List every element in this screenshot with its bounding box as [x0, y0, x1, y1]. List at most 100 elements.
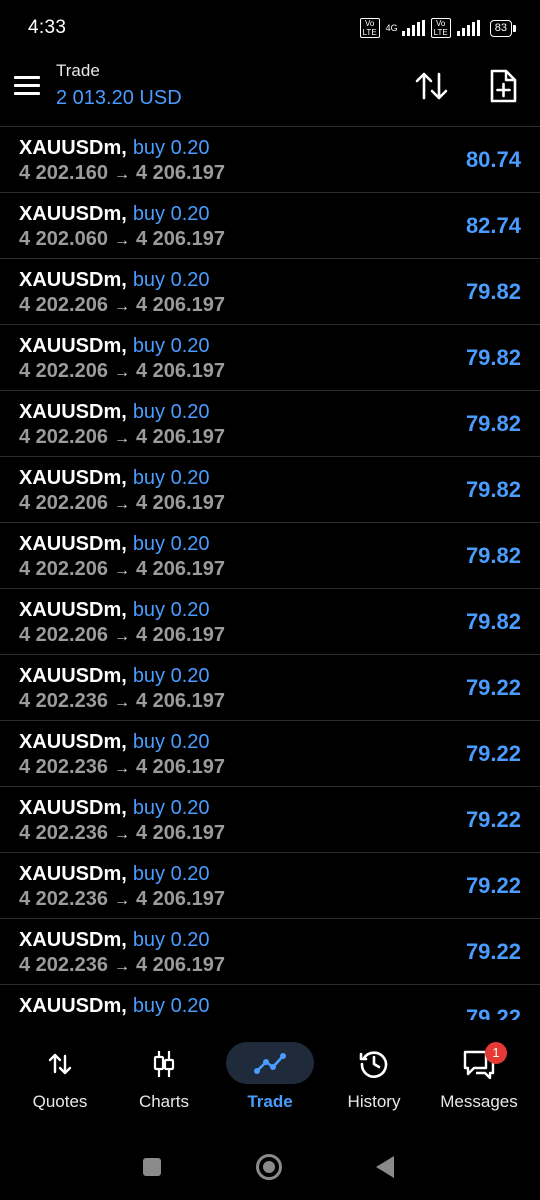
account-balance[interactable]: 2 013.20 USD	[56, 87, 182, 110]
nav-history[interactable]: History	[320, 1020, 428, 1132]
trade-prices: 4 202.206 → 4 206.197	[19, 426, 225, 449]
trade-prices: 4 202.236 → 4 206.197	[19, 888, 225, 911]
trade-current-price: 4 206.197	[135, 954, 225, 976]
trade-row[interactable]: XAUUSDm, buy 0.20 4 202.236 → 4 206.197 79.22	[0, 787, 540, 853]
sort-icon[interactable]	[412, 68, 452, 104]
nav-quotes-label: Quotes	[32, 1092, 88, 1111]
trade-side: buy 0.20	[132, 401, 210, 423]
trade-row[interactable]: XAUUSDm, buy 0.20 4 202.160 → 4 206.197 80.74	[0, 127, 540, 193]
trade-profit: 79.82	[465, 477, 521, 502]
trade-open-price: 4 202.060	[19, 228, 108, 250]
page-title: Trade	[56, 61, 100, 80]
trade-title: XAUUSDm, buy 0.20	[19, 467, 210, 490]
messages-badge: 1	[485, 1042, 507, 1064]
trade-prices: 4 202.206 → 4 206.197	[19, 624, 225, 647]
network-type: 4G	[385, 22, 398, 33]
menu-icon[interactable]	[14, 74, 42, 98]
nav-charts[interactable]: Charts	[110, 1020, 218, 1132]
trade-current-price: 4 206.197	[135, 756, 225, 778]
trade-title: XAUUSDm, buy 0.20	[19, 797, 210, 820]
trade-title: XAUUSDm, buy 0.20	[19, 401, 210, 424]
trade-prices: 4 202.206 → 4 206.197	[19, 294, 225, 317]
trade-row[interactable]: XAUUSDm, buy 0.20 4 202.236 → 4 206.197 79.22	[0, 655, 540, 721]
trade-separator: ,	[121, 599, 127, 621]
recents-button[interactable]	[143, 1158, 161, 1176]
arrow-right-icon: →	[113, 496, 130, 513]
arrow-right-icon: →	[113, 232, 130, 249]
trade-symbol: XAUUSDm	[19, 401, 122, 423]
trade-symbol: XAUUSDm	[19, 203, 122, 225]
trade-profit: 80.74	[465, 147, 521, 172]
trade-row[interactable]: XAUUSDm, buy 0.20 4 202.060 → 4 206.197 82.74	[0, 193, 540, 259]
history-icon	[352, 1044, 396, 1084]
trade-title: XAUUSDm, buy 0.20	[19, 269, 210, 292]
quotes-icon	[38, 1044, 82, 1084]
nav-history-label: History	[347, 1092, 401, 1111]
nav-quotes[interactable]: Quotes	[6, 1020, 114, 1132]
trade-separator: ,	[121, 797, 127, 819]
volte-icon: Vo LTE	[359, 18, 380, 38]
trade-profit: 79.22	[465, 741, 521, 766]
trade-current-price: 4 206.197	[135, 162, 225, 184]
trade-symbol: XAUUSDm	[19, 929, 122, 951]
nav-messages[interactable]: 1 Messages	[425, 1020, 533, 1132]
trade-row[interactable]: XAUUSDm, buy 0.20 4 202.236 → 4 206.197 79.22	[0, 919, 540, 985]
trade-open-price: 4 202.160	[19, 162, 108, 184]
trade-open-price: 4 202.206	[19, 492, 108, 514]
trade-row[interactable]: XAUUSDm, buy 0.20 4 202.206 → 4 206.197 79.82	[0, 325, 540, 391]
arrow-right-icon: →	[113, 958, 130, 975]
trade-profit: 79.82	[465, 543, 521, 568]
trade-symbol: XAUUSDm	[19, 731, 122, 753]
app-header: Trade 2 013.20 USD	[0, 56, 540, 126]
trade-row[interactable]: XAUUSDm, buy 0.20 4 202.206 → 4 206.197 79.82	[0, 259, 540, 325]
trade-prices: 4 202.206 → 4 206.197	[19, 360, 225, 383]
trade-profit: 79.22	[465, 675, 521, 700]
trade-row[interactable]: XAUUSDm, buy 0.20 4 202.236 → 4 206.197 79.22	[0, 853, 540, 919]
nav-trade-label: Trade	[247, 1092, 293, 1111]
trade-symbol: XAUUSDm	[19, 335, 122, 357]
trade-current-price: 4 206.197	[135, 360, 225, 382]
trade-profit: 79.22	[465, 1005, 521, 1020]
status-time: 4:33	[28, 17, 67, 38]
trade-side: buy 0.20	[132, 335, 210, 357]
new-order-icon[interactable]	[486, 68, 520, 104]
trade-symbol: XAUUSDm	[19, 665, 122, 687]
arrow-right-icon: →	[113, 166, 130, 183]
trade-title: XAUUSDm, buy 0.20	[19, 665, 210, 688]
trade-title: XAUUSDm, buy 0.20	[19, 137, 210, 160]
arrow-right-icon: →	[113, 826, 130, 843]
trade-prices: 4 202.206 → 4 206.197	[19, 558, 225, 581]
trade-current-price: 4 206.197	[135, 492, 225, 514]
trade-current-price: 4 206.197	[135, 888, 225, 910]
trade-current-price: 4 206.197	[135, 822, 225, 844]
trade-prices: 4 202.160 → 4 206.197	[19, 162, 225, 185]
nav-trade[interactable]: Trade	[216, 1020, 324, 1132]
trade-symbol: XAUUSDm	[19, 797, 122, 819]
home-button[interactable]	[256, 1154, 282, 1180]
trade-row[interactable]: XAUUSDm, buy 0.20 4 202.206 → 4 206.197 79.82	[0, 391, 540, 457]
trade-prices: 4 202.236 → 4 206.197	[19, 954, 225, 977]
signal-icon	[401, 20, 425, 36]
trade-icon	[248, 1044, 292, 1084]
trade-row[interactable]: XAUUSDm, buy 0.20 4 202.236 → 4 206.197 79.22	[0, 721, 540, 787]
trade-list[interactable]: XAUUSDm, buy 0.20 4 202.160 → 4 206.197 80.74…	[0, 126, 540, 1020]
back-button[interactable]	[376, 1156, 394, 1178]
trade-open-price: 4 202.236	[19, 756, 108, 778]
trade-row[interactable]: XAUUSDm, buy 0.20 4 202.206 → 4 206.197 79.82	[0, 457, 540, 523]
trade-title: XAUUSDm, buy 0.20	[19, 929, 210, 952]
trade-profit: 79.22	[465, 873, 521, 898]
trade-title: XAUUSDm, buy 0.20	[19, 335, 210, 358]
trade-open-price: 4 202.236	[19, 690, 108, 712]
arrow-right-icon: →	[113, 760, 130, 777]
trade-row[interactable]: XAUUSDm, buy 0.20 79.22	[0, 985, 540, 1020]
volte-icon-2: Vo LTE	[430, 18, 451, 38]
trade-symbol: XAUUSDm	[19, 599, 122, 621]
status-bar: 4:33 Vo LTE 4G Vo LTE 83	[0, 0, 540, 56]
trade-row[interactable]: XAUUSDm, buy 0.20 4 202.206 → 4 206.197 79.82	[0, 523, 540, 589]
trade-side: buy 0.20	[132, 665, 210, 687]
trade-row[interactable]: XAUUSDm, buy 0.20 4 202.206 → 4 206.197 79.82	[0, 589, 540, 655]
trade-open-price: 4 202.206	[19, 294, 108, 316]
trade-current-price: 4 206.197	[135, 228, 225, 250]
trade-symbol: XAUUSDm	[19, 995, 122, 1017]
system-nav-bar	[0, 1132, 540, 1200]
